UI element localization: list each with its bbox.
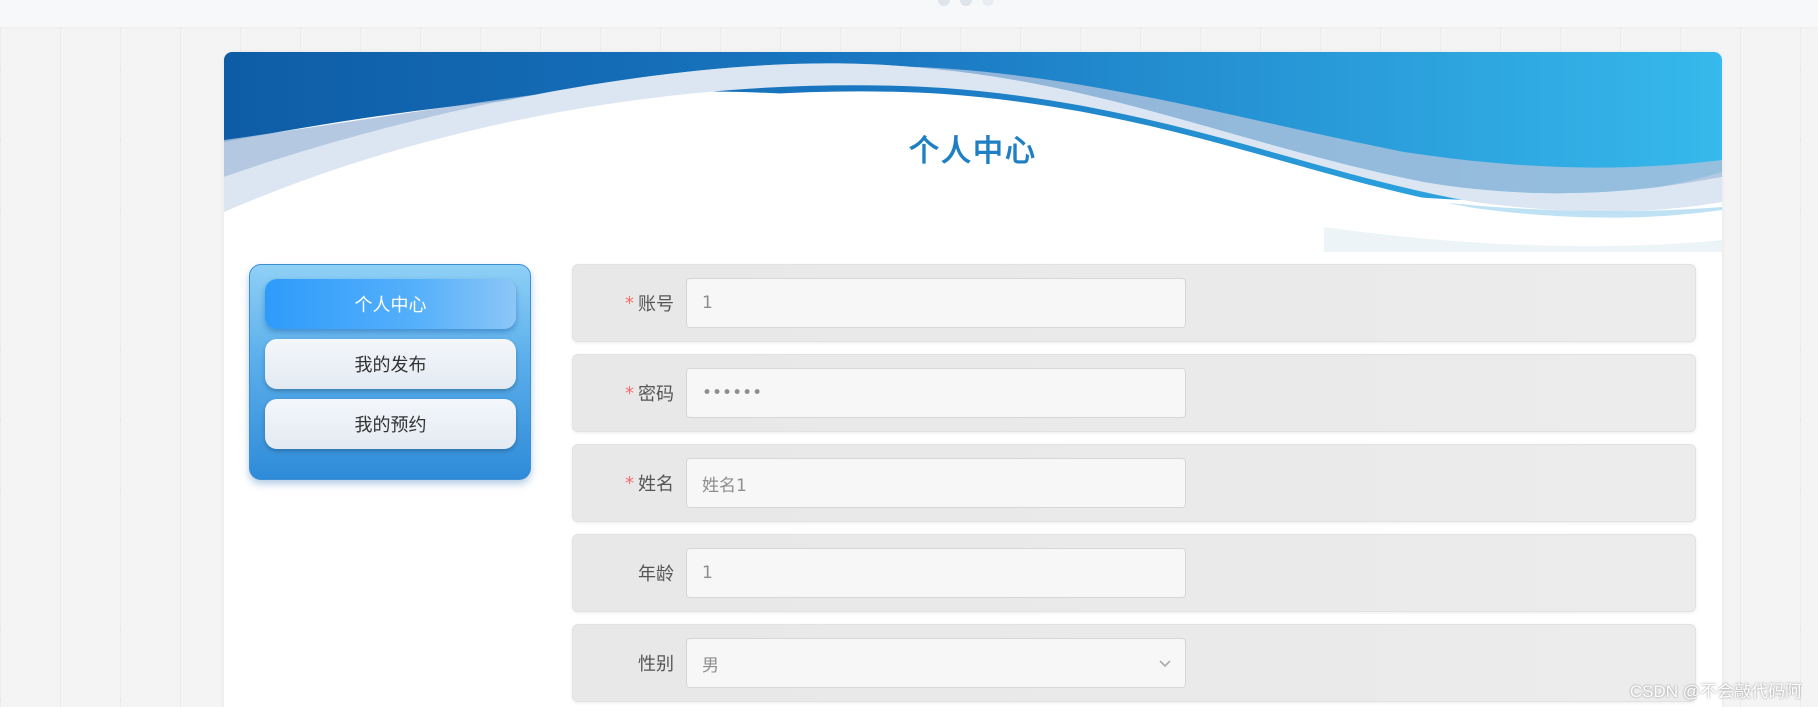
- required-mark: *: [625, 472, 634, 494]
- gender-label-text: 性别: [638, 654, 674, 675]
- menu-item-my-posts[interactable]: 我的发布: [265, 339, 516, 389]
- carousel-indicators: [938, 0, 994, 6]
- name-label-text: 姓名: [638, 474, 674, 495]
- form-row-gender: 性别 男: [572, 624, 1696, 702]
- age-label: 年龄: [573, 535, 674, 611]
- account-label-text: 账号: [638, 294, 674, 315]
- form-row-name: * 姓名: [572, 444, 1696, 522]
- form-row-age: 年龄: [572, 534, 1696, 612]
- account-label: * 账号: [573, 265, 674, 341]
- menu-item-my-reservations[interactable]: 我的预约: [265, 399, 516, 449]
- menu-item-personal-center[interactable]: 个人中心: [265, 279, 516, 329]
- page-title: 个人中心: [909, 134, 1037, 169]
- form-row-password: * 密码: [572, 354, 1696, 432]
- gender-select-value: 男: [702, 655, 719, 676]
- profile-card: 个人中心 个人中心 我的发布 我的预约 * 账号 * 密码 * 姓名: [224, 52, 1722, 707]
- required-mark: *: [625, 382, 634, 404]
- carousel-dot-active[interactable]: [982, 0, 994, 6]
- age-label-text: 年龄: [638, 564, 674, 585]
- form-row-account: * 账号: [572, 264, 1696, 342]
- password-label: * 密码: [573, 355, 674, 431]
- name-input[interactable]: [686, 458, 1186, 508]
- gender-label: 性别: [573, 625, 674, 701]
- password-label-text: 密码: [638, 384, 674, 405]
- name-label: * 姓名: [573, 445, 674, 521]
- top-bar: [0, 0, 1818, 27]
- chevron-down-icon: [1159, 660, 1171, 668]
- account-input[interactable]: [686, 278, 1186, 328]
- profile-form: * 账号 * 密码 * 姓名 年龄: [572, 264, 1696, 707]
- side-menu: 个人中心 我的发布 我的预约: [249, 264, 531, 480]
- carousel-dot[interactable]: [960, 0, 972, 6]
- gender-select[interactable]: 男: [686, 638, 1186, 688]
- age-input[interactable]: [686, 548, 1186, 598]
- watermark: CSDN @不会敲代码阿: [1629, 682, 1802, 701]
- carousel-dot[interactable]: [938, 0, 950, 6]
- required-mark: *: [625, 292, 634, 314]
- password-input[interactable]: [686, 368, 1186, 418]
